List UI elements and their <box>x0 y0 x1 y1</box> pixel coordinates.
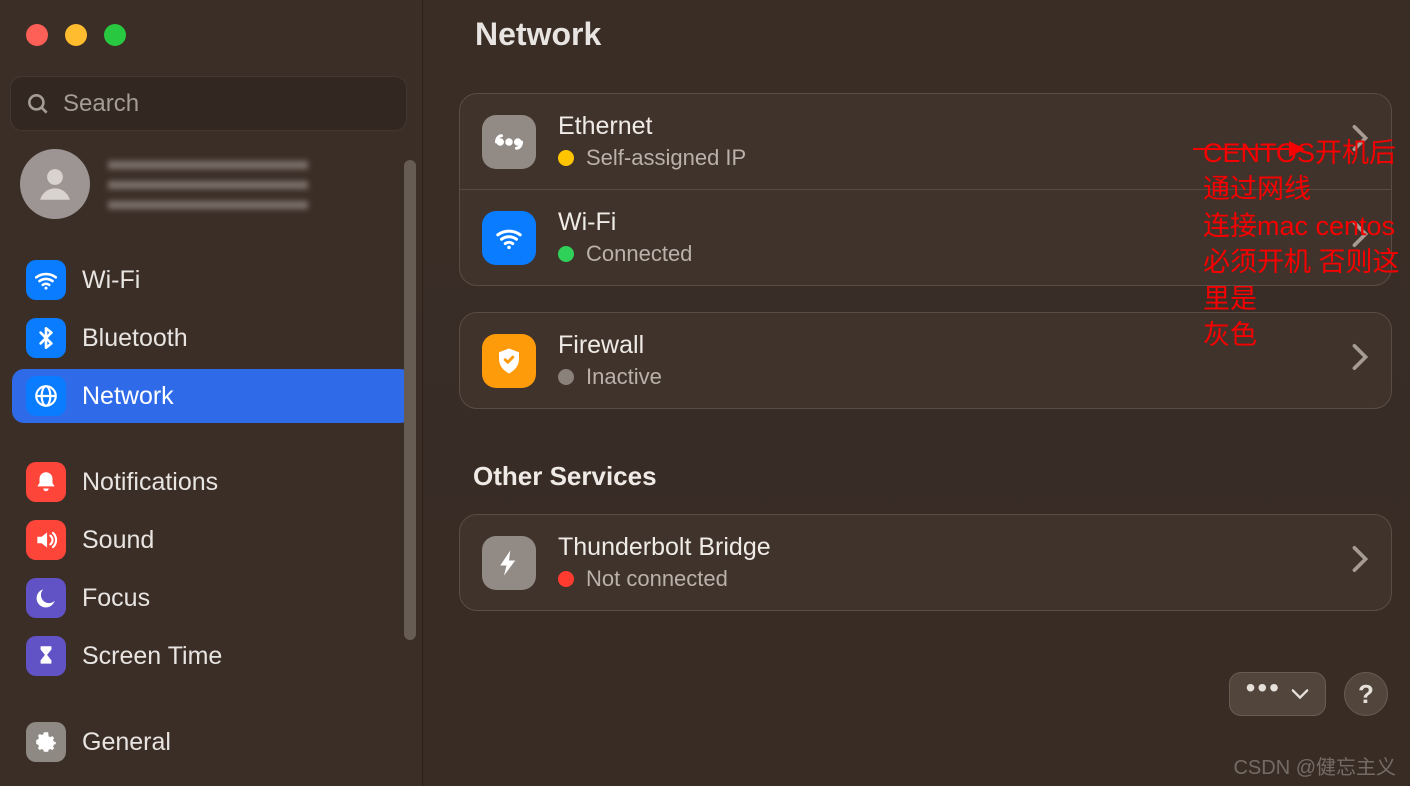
other-services-card: Thunderbolt Bridge Not connected <box>459 514 1392 611</box>
account-name-redacted <box>108 159 308 209</box>
row-status: Not connected <box>558 566 771 592</box>
row-title: Wi-Fi <box>558 208 692 237</box>
status-dot-icon <box>558 571 574 587</box>
bell-icon <box>26 462 66 502</box>
sidebar: Wi-Fi Bluetooth Network Notifications S <box>0 0 423 786</box>
row-status: Inactive <box>558 364 662 390</box>
moon-icon <box>26 578 66 618</box>
maximize-window-button[interactable] <box>104 24 126 46</box>
more-menu-button[interactable]: ••• <box>1229 672 1326 716</box>
sidebar-item-label: Network <box>82 382 174 411</box>
content-pane: Network Ethernet Self-assigned IP <box>423 0 1410 786</box>
sidebar-item-focus[interactable]: Focus <box>12 571 412 625</box>
sidebar-item-label: Sound <box>82 526 154 555</box>
chevron-right-icon <box>1351 545 1369 580</box>
sidebar-item-label: Focus <box>82 584 150 613</box>
sidebar-scrollbar[interactable] <box>404 160 416 640</box>
sidebar-item-wifi[interactable]: Wi-Fi <box>12 253 412 307</box>
chevron-right-icon <box>1351 124 1369 159</box>
row-ethernet[interactable]: Ethernet Self-assigned IP <box>460 94 1391 189</box>
watermark: CSDN @健忘主义 <box>1233 751 1396 780</box>
status-text: Not connected <box>586 566 728 592</box>
row-title: Firewall <box>558 331 662 360</box>
row-text: Thunderbolt Bridge Not connected <box>558 533 771 592</box>
speaker-icon <box>26 520 66 560</box>
sidebar-item-general[interactable]: General <box>12 715 412 769</box>
search-icon <box>25 91 51 117</box>
network-globe-icon <box>26 376 66 416</box>
gear-icon <box>26 722 66 762</box>
wifi-icon <box>482 211 536 265</box>
chevron-down-icon <box>1291 685 1309 703</box>
ethernet-icon <box>482 115 536 169</box>
sidebar-item-screen-time[interactable]: Screen Time <box>12 629 412 683</box>
network-services-card: Ethernet Self-assigned IP Wi-Fi Connecte… <box>459 93 1392 286</box>
sidebar-item-bluetooth[interactable]: Bluetooth <box>12 311 412 365</box>
row-wifi[interactable]: Wi-Fi Connected <box>460 189 1391 285</box>
wifi-icon <box>26 260 66 300</box>
row-firewall[interactable]: Firewall Inactive <box>460 313 1391 408</box>
sidebar-item-label: Bluetooth <box>82 324 188 353</box>
row-thunderbolt[interactable]: Thunderbolt Bridge Not connected <box>460 515 1391 610</box>
sidebar-item-label: Screen Time <box>82 642 222 671</box>
sidebar-item-sound[interactable]: Sound <box>12 513 412 567</box>
search-field[interactable] <box>10 76 407 131</box>
chevron-right-icon <box>1351 220 1369 255</box>
status-text: Self-assigned IP <box>586 145 746 171</box>
footer-controls: ••• ? <box>1229 672 1388 716</box>
other-services-label: Other Services <box>473 461 1392 492</box>
bluetooth-icon <box>26 318 66 358</box>
chevron-right-icon <box>1351 343 1369 378</box>
sidebar-item-network[interactable]: Network <box>12 369 412 423</box>
sidebar-item-notifications[interactable]: Notifications <box>12 455 412 509</box>
row-text: Firewall Inactive <box>558 331 662 390</box>
minimize-window-button[interactable] <box>65 24 87 46</box>
hourglass-icon <box>26 636 66 676</box>
status-dot-icon <box>558 369 574 385</box>
sidebar-gap <box>12 427 412 451</box>
sidebar-item-label: Notifications <box>82 468 218 497</box>
status-text: Connected <box>586 241 692 267</box>
sidebar-item-label: Wi-Fi <box>82 266 140 295</box>
search-input[interactable] <box>63 90 392 118</box>
row-text: Wi-Fi Connected <box>558 208 692 267</box>
close-window-button[interactable] <box>26 24 48 46</box>
status-text: Inactive <box>586 364 662 390</box>
sidebar-nav: Wi-Fi Bluetooth Network Notifications S <box>0 253 422 769</box>
help-button[interactable]: ? <box>1344 672 1388 716</box>
status-dot-icon <box>558 246 574 262</box>
row-status: Connected <box>558 241 692 267</box>
sidebar-item-label: General <box>82 728 171 757</box>
avatar <box>20 149 90 219</box>
row-title: Ethernet <box>558 112 746 141</box>
row-text: Ethernet Self-assigned IP <box>558 112 746 171</box>
firewall-shield-icon <box>482 334 536 388</box>
account-row[interactable] <box>20 149 407 219</box>
status-dot-icon <box>558 150 574 166</box>
page-title: Network <box>475 16 1392 53</box>
thunderbolt-icon <box>482 536 536 590</box>
row-title: Thunderbolt Bridge <box>558 533 771 562</box>
window-controls <box>0 10 422 46</box>
row-status: Self-assigned IP <box>558 145 746 171</box>
firewall-card: Firewall Inactive <box>459 312 1392 409</box>
sidebar-gap <box>12 687 412 711</box>
